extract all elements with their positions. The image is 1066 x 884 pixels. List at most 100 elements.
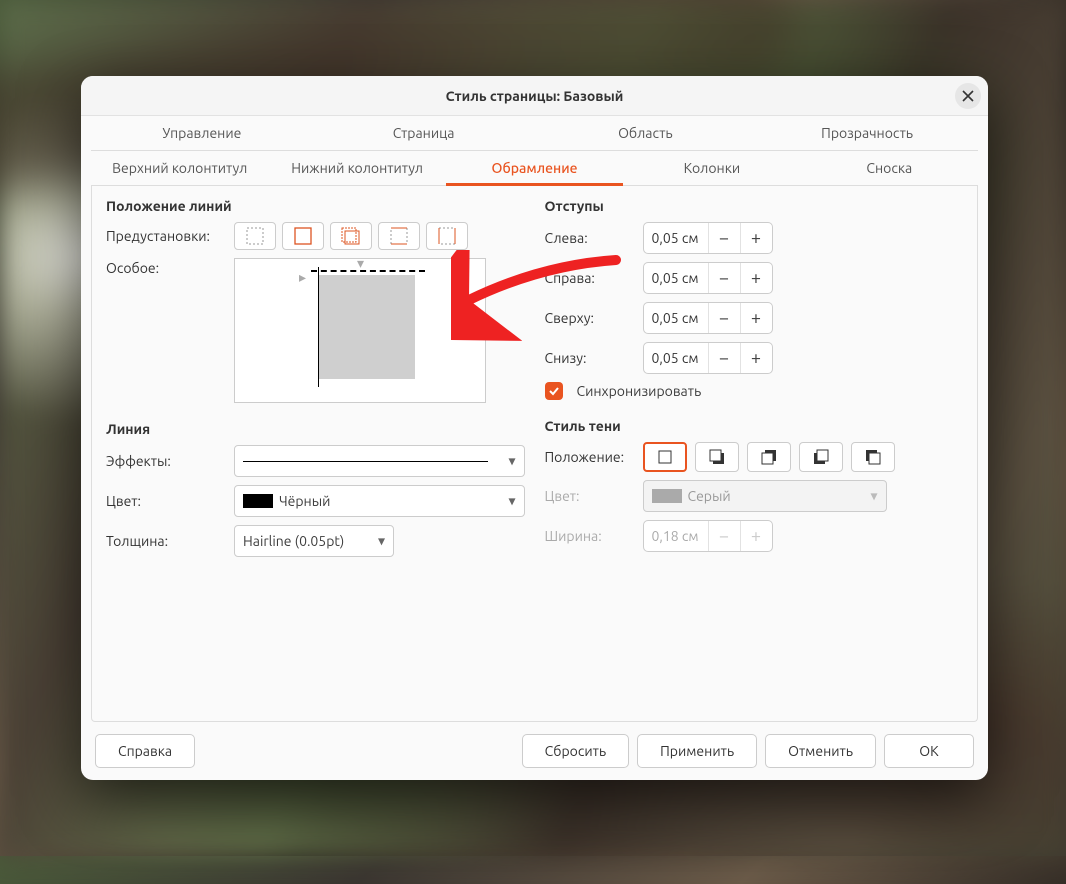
section-line-position: Положение линий [106, 198, 525, 214]
titlebar: Стиль страницы: Базовый [81, 76, 988, 116]
shadow-bl-icon [813, 449, 829, 465]
dialog-footer: Справка Сбросить Применить Отменить OK [81, 722, 988, 780]
tab-organizer[interactable]: Управление [91, 116, 313, 150]
shadow-width-input [644, 521, 708, 551]
pad-left-input[interactable] [644, 223, 708, 253]
tab-row-2: Верхний колонтитул Нижний колонтитул Обр… [91, 151, 978, 186]
pad-right-field: − + [643, 262, 773, 294]
preview-inner [319, 275, 415, 379]
preset-box[interactable] [282, 222, 324, 250]
color-swatch-black [243, 494, 273, 508]
help-button[interactable]: Справка [95, 734, 195, 768]
cancel-button[interactable]: Отменить [765, 734, 876, 768]
tab-transparency[interactable]: Прозрачность [756, 116, 978, 150]
line-color-value: Чёрный [279, 493, 330, 509]
pad-top-label: Сверху: [545, 310, 635, 326]
pad-top-input[interactable] [644, 303, 708, 333]
titlebar-title: Стиль страницы: Базовый [446, 88, 624, 104]
tab-footer[interactable]: Нижний колонтитул [268, 151, 445, 185]
preset-none-icon [246, 227, 264, 245]
custom-label: Особое: [106, 258, 226, 276]
shadow-tr-icon [761, 449, 777, 465]
preset-vert[interactable] [426, 222, 468, 250]
pad-left-inc[interactable]: + [740, 223, 772, 253]
preset-box-icon [294, 227, 312, 245]
shadow-br-icon [709, 449, 725, 465]
tab-borders[interactable]: Обрамление [446, 151, 623, 185]
left-arrow-icon: ▸ [299, 269, 306, 286]
shadow-pos-label: Положение: [545, 449, 635, 465]
pad-right-input[interactable] [644, 263, 708, 293]
apply-button[interactable]: Применить [637, 734, 757, 768]
shadow-color-value: Серый [688, 488, 731, 504]
sync-checkbox[interactable] [545, 382, 563, 400]
preset-horiz[interactable] [378, 222, 420, 250]
color-swatch-gray [652, 489, 682, 503]
shadow-bl[interactable] [799, 442, 843, 472]
shadow-none-icon [658, 450, 672, 464]
presets-label: Предустановки: [106, 228, 226, 244]
chevron-down-icon: ▾ [378, 533, 385, 550]
shadow-color-combo: Серый ▾ [643, 480, 887, 512]
shadow-width-dec: − [708, 521, 740, 551]
line-width-label: Толщина: [106, 533, 226, 549]
pad-left-label: Слева: [545, 230, 635, 246]
pad-bottom-label: Снизу: [545, 350, 635, 366]
preset-shadow[interactable] [330, 222, 372, 250]
preset-vert-icon [438, 227, 456, 245]
pad-right-label: Справа: [545, 270, 635, 286]
shadow-tl-icon [865, 449, 881, 465]
shadow-none[interactable] [643, 442, 687, 472]
pad-bottom-input[interactable] [644, 343, 708, 373]
ok-button[interactable]: OK [884, 734, 974, 768]
tabpanel: Положение линий Предустановки: [91, 186, 978, 722]
preset-shadow-icon [341, 227, 361, 245]
shadow-color-label: Цвет: [545, 488, 635, 504]
effects-label: Эффекты: [106, 453, 226, 469]
shadow-tl[interactable] [851, 442, 895, 472]
shadow-width-label: Ширина: [545, 528, 635, 544]
line-color-label: Цвет: [106, 493, 226, 509]
pad-left-dec[interactable]: − [708, 223, 740, 253]
pad-top-field: − + [643, 302, 773, 334]
chevron-down-icon: ▾ [870, 488, 877, 505]
line-color-combo[interactable]: Чёрный ▾ [234, 485, 525, 517]
pad-top-inc[interactable]: + [740, 303, 772, 333]
check-icon [548, 385, 560, 397]
reset-button[interactable]: Сбросить [522, 734, 629, 768]
section-line: Линия [106, 421, 525, 437]
close-icon [962, 90, 974, 102]
chevron-down-icon: ▾ [508, 493, 515, 510]
pad-bottom-dec[interactable]: − [708, 343, 740, 373]
tab-footnote[interactable]: Сноска [801, 151, 978, 185]
tab-page[interactable]: Страница [313, 116, 535, 150]
pad-bottom-field: − + [643, 342, 773, 374]
sync-label: Синхронизировать [577, 383, 702, 399]
tab-row-1: Управление Страница Область Прозрачность [91, 116, 978, 151]
shadow-width-inc: + [740, 521, 772, 551]
custom-border-preview[interactable]: ▸ ▾ [234, 258, 486, 403]
preset-none[interactable] [234, 222, 276, 250]
page-style-dialog: Стиль страницы: Базовый Управление Стран… [81, 76, 988, 780]
line-width-combo[interactable]: Hairline (0.05pt) ▾ [234, 525, 394, 557]
pad-left-field: − + [643, 222, 773, 254]
chevron-down-icon: ▾ [508, 453, 515, 470]
pad-right-dec[interactable]: − [708, 263, 740, 293]
close-button[interactable] [955, 83, 981, 109]
line-width-value: Hairline (0.05pt) [243, 533, 344, 549]
tab-header[interactable]: Верхний колонтитул [91, 151, 268, 185]
section-shadow: Стиль тени [545, 418, 964, 434]
pad-bottom-inc[interactable]: + [740, 343, 772, 373]
shadow-tr[interactable] [747, 442, 791, 472]
section-padding: Отступы [545, 198, 964, 214]
tab-columns[interactable]: Колонки [623, 151, 800, 185]
pad-top-dec[interactable]: − [708, 303, 740, 333]
effects-combo[interactable]: ▾ [234, 445, 525, 477]
tab-area[interactable]: Область [535, 116, 757, 150]
shadow-br[interactable] [695, 442, 739, 472]
line-sample-icon [243, 461, 488, 462]
shadow-width-field: − + [643, 520, 773, 552]
preview-top-dash [311, 270, 425, 272]
pad-right-inc[interactable]: + [740, 263, 772, 293]
preset-horiz-icon [390, 227, 408, 245]
